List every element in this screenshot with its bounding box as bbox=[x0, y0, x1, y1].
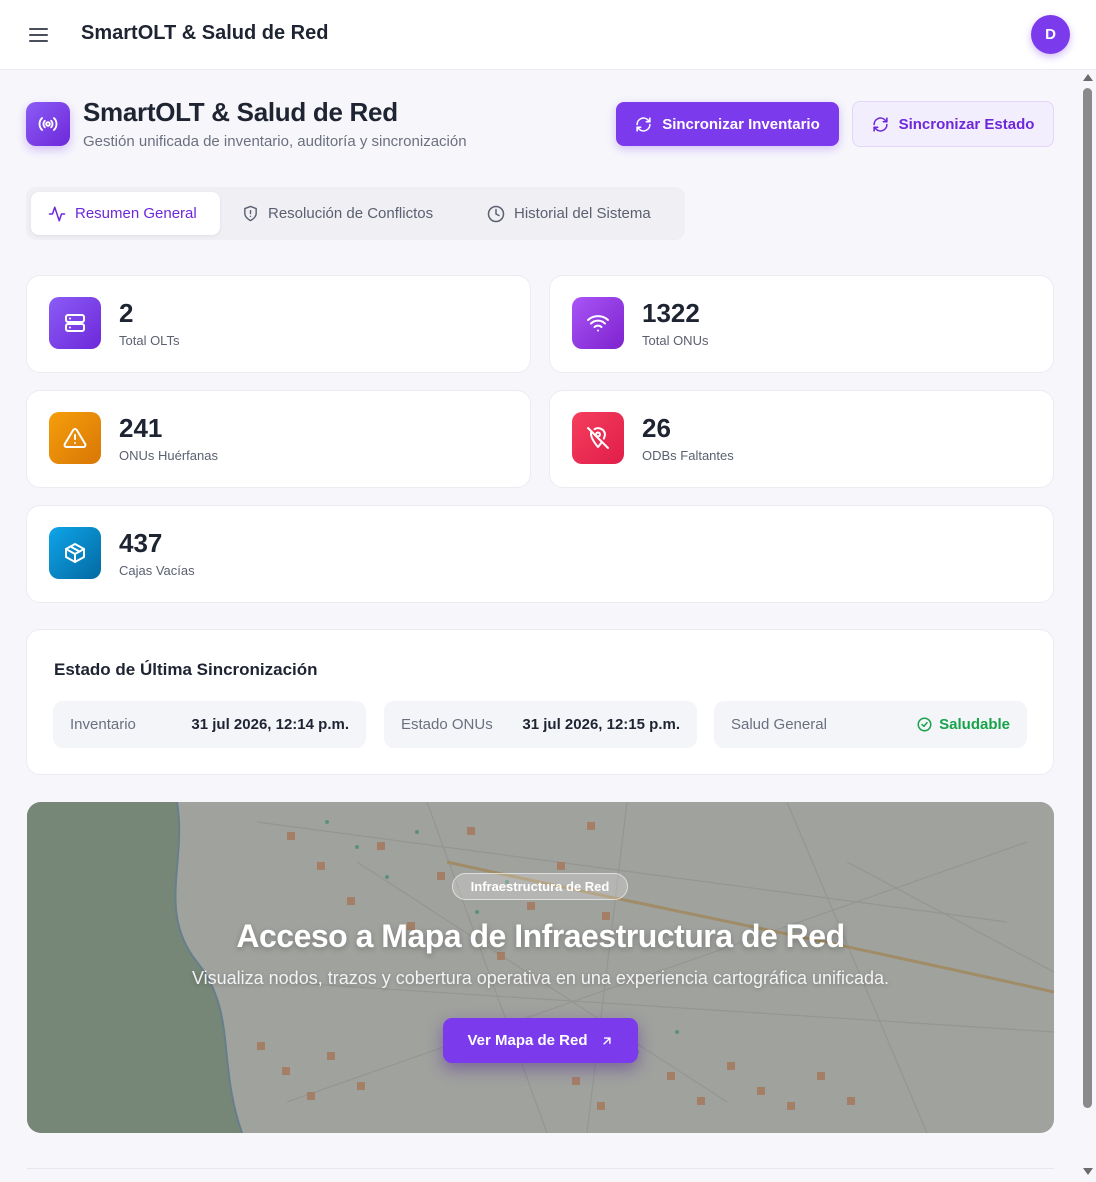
map-access-banner: Infraestructura de Red Acceso a Mapa de … bbox=[27, 802, 1054, 1133]
tab-resumen-general[interactable]: Resumen General bbox=[31, 192, 220, 235]
sync-item-inventario: Inventario 31 jul 2026, 12:14 p.m. bbox=[53, 701, 366, 748]
stat-value: 26 bbox=[642, 413, 671, 443]
broadcast-icon bbox=[26, 102, 70, 146]
map-pin-off-icon bbox=[572, 412, 624, 464]
view-network-map-label: Ver Mapa de Red bbox=[467, 1032, 588, 1049]
activity-icon bbox=[48, 206, 66, 221]
tab-resolucion-conflictos[interactable]: Resolución de Conflictos bbox=[236, 192, 466, 235]
section-tabs: Resumen General Resolución de Conflictos… bbox=[26, 187, 685, 240]
app-title: SmartOLT & Salud de Red bbox=[81, 22, 329, 44]
clock-icon bbox=[487, 205, 505, 222]
warning-icon bbox=[49, 412, 101, 464]
refresh-icon bbox=[636, 116, 651, 132]
stat-card-total-olts: 2 Total OLTs bbox=[26, 275, 531, 373]
scroll-thumb[interactable] bbox=[1083, 88, 1092, 1108]
sync-value: 31 jul 2026, 12:15 p.m. bbox=[522, 716, 680, 733]
stat-label: ODBs Faltantes bbox=[642, 448, 734, 463]
bottom-divider bbox=[27, 1168, 1054, 1169]
sync-item-salud-general: Salud General Saludable bbox=[714, 701, 1027, 748]
view-network-map-button[interactable]: Ver Mapa de Red bbox=[443, 1018, 638, 1063]
map-banner-subtitle: Visualiza nodos, trazos y cobertura oper… bbox=[191, 968, 890, 988]
map-banner-title: Acceso a Mapa de Infraestructura de Red bbox=[236, 918, 845, 954]
stat-value: 437 bbox=[119, 528, 163, 558]
stat-value: 241 bbox=[119, 413, 163, 443]
stat-card-cajas-vacias: 437 Cajas Vacías bbox=[26, 505, 1054, 603]
sync-inventory-label: Sincronizar Inventario bbox=[662, 115, 820, 133]
sync-label: Salud General bbox=[731, 716, 827, 733]
server-icon bbox=[49, 297, 101, 349]
check-circle-icon bbox=[917, 717, 932, 732]
sync-inventory-button[interactable]: Sincronizar Inventario bbox=[616, 102, 839, 146]
hamburger-menu-icon[interactable] bbox=[28, 24, 52, 46]
stat-label: Total OLTs bbox=[119, 333, 180, 348]
page-scrollbar[interactable] bbox=[1080, 70, 1096, 1182]
page-subtitle: Gestión unificada de inventario, auditor… bbox=[83, 133, 467, 150]
sync-status-button[interactable]: Sincronizar Estado bbox=[852, 101, 1054, 147]
scroll-down-arrow-icon[interactable] bbox=[1083, 1168, 1093, 1175]
tab-label: Resumen General bbox=[75, 205, 197, 222]
wifi-icon bbox=[572, 297, 624, 349]
sync-status-card: Estado de Última Sincronización Inventar… bbox=[26, 629, 1054, 775]
stat-card-onus-huerfanas: 241 ONUs Huérfanas bbox=[26, 390, 531, 488]
stat-label: ONUs Huérfanas bbox=[119, 448, 218, 463]
tab-label: Historial del Sistema bbox=[514, 205, 651, 222]
stat-card-total-onus: 1322 Total ONUs bbox=[549, 275, 1054, 373]
sync-label: Inventario bbox=[70, 716, 136, 733]
arrow-up-right-icon bbox=[602, 1036, 611, 1045]
sync-item-estado-onus: Estado ONUs 31 jul 2026, 12:15 p.m. bbox=[384, 701, 697, 748]
stat-value: 1322 bbox=[642, 298, 700, 328]
shield-icon bbox=[244, 205, 257, 222]
sync-label: Estado ONUs bbox=[401, 716, 493, 733]
stat-label: Total ONUs bbox=[642, 333, 709, 348]
stat-label: Cajas Vacías bbox=[119, 563, 195, 578]
refresh-icon bbox=[872, 116, 888, 132]
page-title: SmartOLT & Salud de Red bbox=[83, 97, 398, 127]
health-status-badge: Saludable bbox=[917, 716, 1010, 733]
sync-value: 31 jul 2026, 12:14 p.m. bbox=[191, 716, 349, 733]
sync-status-title: Estado de Última Sincronización bbox=[54, 660, 318, 679]
top-app-bar: SmartOLT & Salud de Red D bbox=[0, 0, 1096, 70]
scroll-up-arrow-icon[interactable] bbox=[1083, 74, 1093, 81]
health-status-text: Saludable bbox=[939, 716, 1010, 733]
user-avatar[interactable]: D bbox=[1031, 15, 1070, 54]
sync-status-label: Sincronizar Estado bbox=[898, 115, 1035, 133]
stat-value: 2 bbox=[119, 298, 134, 328]
tab-label: Resolución de Conflictos bbox=[268, 205, 434, 222]
tab-historial-sistema[interactable]: Historial del Sistema bbox=[481, 192, 681, 235]
map-category-chip: Infraestructura de Red bbox=[452, 873, 628, 900]
box-icon bbox=[49, 527, 101, 579]
stat-card-odbs-faltantes: 26 ODBs Faltantes bbox=[549, 390, 1054, 488]
